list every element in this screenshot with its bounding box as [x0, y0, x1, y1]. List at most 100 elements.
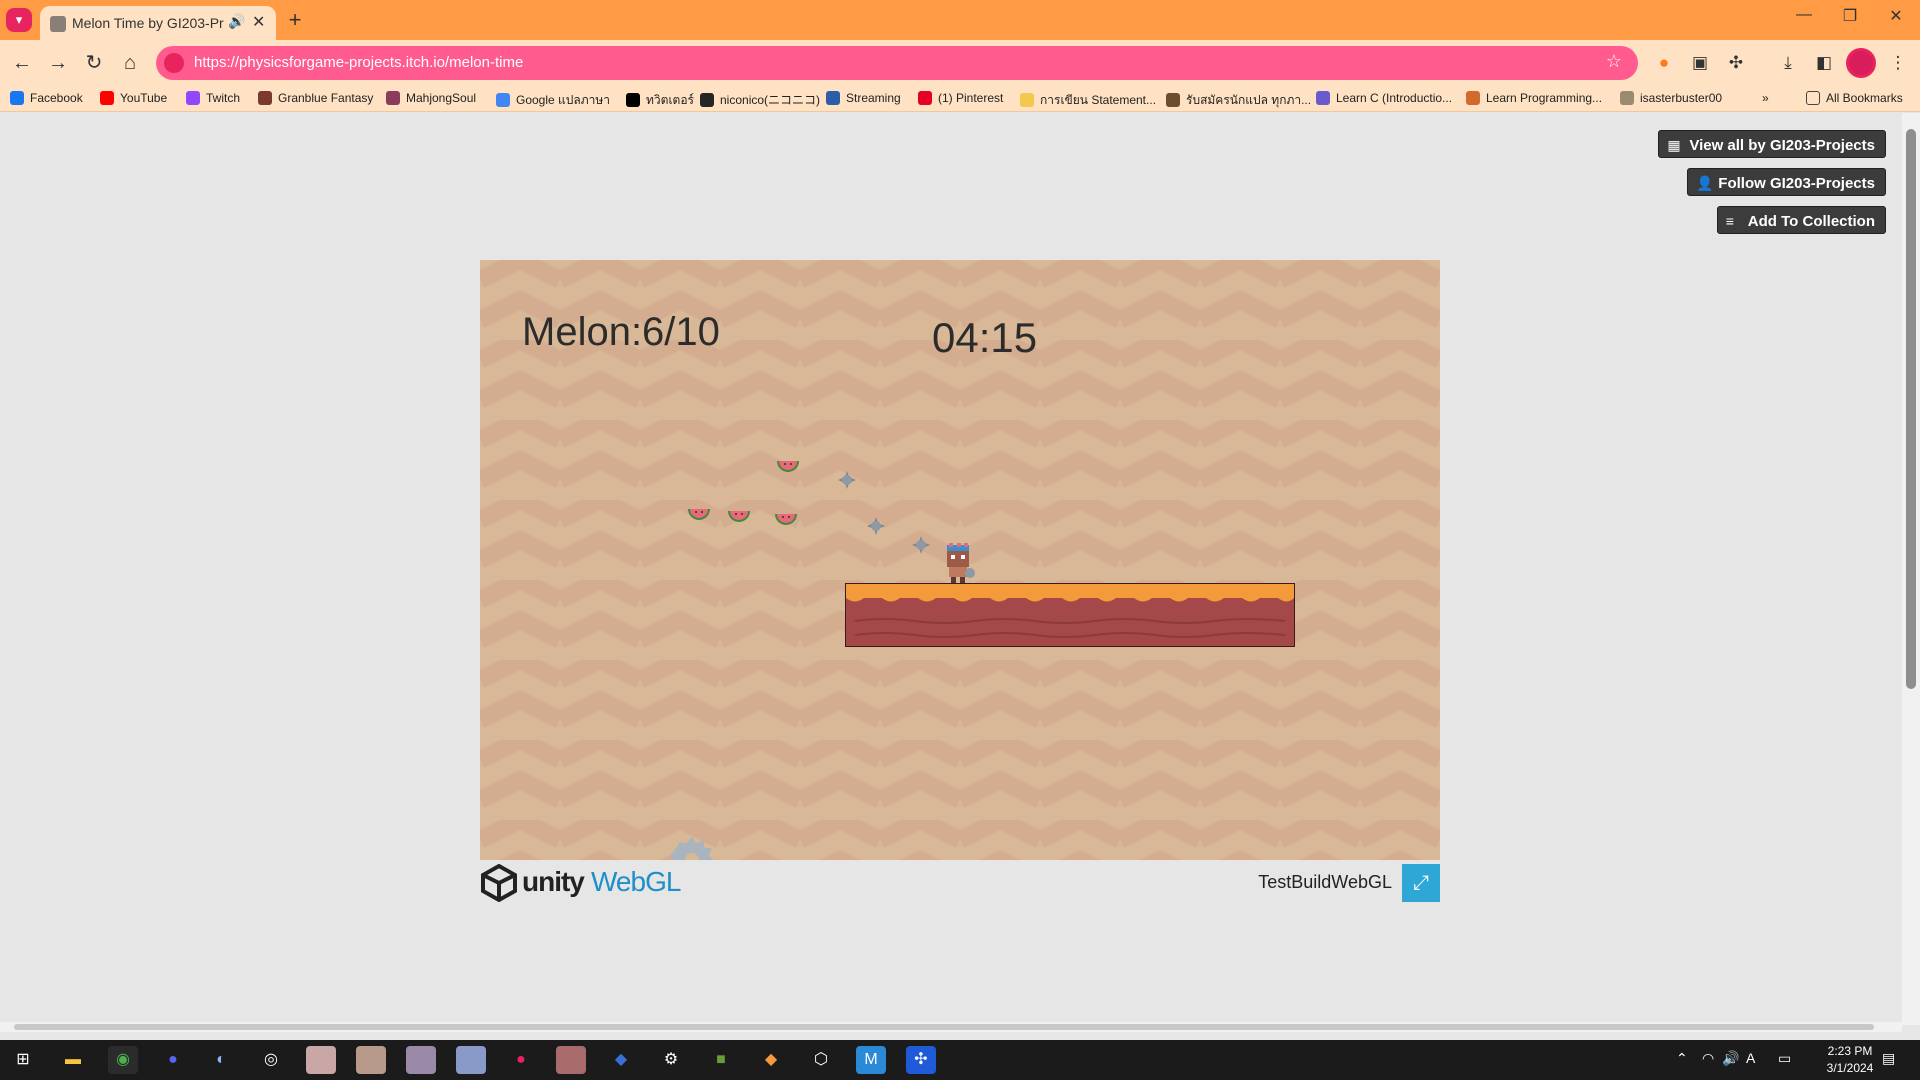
ubisoft-icon[interactable]: ◎	[256, 1046, 286, 1074]
bookmark-label: Granblue Fantasy	[278, 91, 374, 105]
bookmark-label: MahjongSoul	[406, 91, 477, 105]
bookmark-favicon-icon	[258, 91, 272, 105]
volume-icon[interactable]: 🔊	[1722, 1050, 1739, 1067]
bookmark-item[interactable]: Learn C (Introductio...	[1316, 91, 1452, 105]
bookmark-item[interactable]: รับสมัครนักแปล ทุกภา...	[1166, 91, 1311, 110]
close-icon[interactable]: ✕	[252, 12, 265, 32]
game-app-icon[interactable]	[556, 1046, 586, 1074]
bookmark-label: Twitch	[206, 91, 241, 105]
picture-in-picture-icon[interactable]: ▣	[1688, 51, 1712, 75]
app-icon[interactable]: ✣	[906, 1046, 936, 1074]
game-app-icon[interactable]: ◆	[606, 1046, 636, 1074]
browser-toolbar: ← → ↻ ⌂ https://physicsforgame-projects.…	[0, 40, 1920, 86]
bookmark-favicon-icon	[700, 93, 714, 107]
ground-platform	[845, 583, 1295, 647]
word-app-icon[interactable]: M	[856, 1046, 886, 1074]
bookmark-item[interactable]: Twitch	[186, 91, 240, 105]
bookmark-item[interactable]: Facebook	[10, 91, 83, 105]
timer: 04:15	[932, 314, 1038, 361]
new-tab-button[interactable]: +	[282, 8, 308, 34]
melon-counter: Melon:6/10	[522, 310, 720, 354]
fullscreen-icon[interactable]: ⤢	[1402, 864, 1440, 902]
horizontal-scrollbar[interactable]	[0, 1022, 1902, 1032]
bookmark-item[interactable]: (1) Pinterest	[918, 91, 1003, 105]
download-icon[interactable]: ⤓	[1776, 51, 1800, 75]
address-bar[interactable]: https://physicsforgame-projects.itch.io/…	[156, 46, 1638, 80]
home-icon[interactable]: ⌂	[116, 50, 144, 76]
game-canvas[interactable]: Melon:6/10 04:15	[480, 260, 1440, 860]
bookmark-label: ทวิตเตอร์	[646, 93, 694, 107]
clock[interactable]: 2:23 PM 3/1/2024	[1810, 1043, 1890, 1077]
game-app-icon[interactable]: ●	[506, 1046, 536, 1074]
close-window-icon[interactable]: ✕	[1876, 6, 1916, 26]
follow-button[interactable]: 👤 Follow GI203-Projects	[1687, 168, 1886, 196]
side-panel-icon[interactable]: ◧	[1812, 51, 1836, 75]
bookmark-favicon-icon	[626, 93, 640, 107]
notifications-icon[interactable]: ▤	[1882, 1050, 1895, 1067]
bookmark-label: niconico(ニコニコ)	[720, 93, 821, 107]
reload-icon[interactable]: ↻	[80, 50, 108, 76]
unity-hub-icon[interactable]: ⬡	[806, 1046, 836, 1074]
game-app-icon[interactable]	[456, 1046, 486, 1074]
bookmark-favicon-icon	[826, 91, 840, 105]
bookmark-label: Learn Programming...	[1486, 91, 1603, 105]
menu-kebab-icon[interactable]: ⋮	[1886, 51, 1910, 75]
file-explorer-icon[interactable]: ▬	[58, 1046, 88, 1074]
chrome-icon[interactable]: ◉	[108, 1046, 138, 1074]
bookmark-item[interactable]: MahjongSoul	[386, 91, 476, 105]
fl-studio-icon[interactable]: ◆	[756, 1046, 786, 1074]
bookmark-favicon-icon	[1466, 91, 1480, 105]
bookmark-label: isasterbuster00	[1640, 91, 1723, 105]
view-all-label: View all by GI203-Projects	[1689, 137, 1875, 154]
player-character	[947, 543, 975, 583]
battery-icon[interactable]: ▭	[1778, 1050, 1791, 1067]
site-info-icon[interactable]	[164, 53, 184, 73]
browser-tab[interactable]: Melon Time by GI203-Proje 🔊 ✕	[40, 6, 276, 40]
bookmark-item[interactable]: ทวิตเตอร์	[626, 91, 694, 110]
game-app-icon[interactable]	[356, 1046, 386, 1074]
forward-icon[interactable]: →	[44, 50, 72, 76]
back-icon[interactable]: ←	[8, 50, 36, 76]
game-app-icon[interactable]	[306, 1046, 336, 1074]
extensions-puzzle-icon[interactable]: ✣	[1724, 51, 1748, 75]
profile-avatar[interactable]	[1846, 48, 1876, 78]
tray-overflow-icon[interactable]: ⌃	[1676, 1050, 1688, 1067]
url-text[interactable]: https://physicsforgame-projects.itch.io/…	[194, 54, 523, 71]
start-icon[interactable]: ⊞	[8, 1046, 38, 1074]
minimize-icon[interactable]: —	[1784, 6, 1824, 24]
all-bookmarks-button[interactable]: All Bookmarks	[1806, 91, 1903, 105]
discord-icon[interactable]: ●	[158, 1046, 188, 1074]
bookmark-item[interactable]: Google แปลภาษา	[496, 91, 610, 110]
vertical-scrollbar[interactable]	[1902, 113, 1920, 1025]
minecraft-icon[interactable]: ■	[706, 1046, 736, 1074]
watermelon-slice	[728, 511, 750, 522]
ime-indicator[interactable]: A	[1746, 1050, 1755, 1066]
gamepad-icon: ▦	[1667, 137, 1681, 153]
bookmarks-bar: » All Bookmarks Facebook YouTube Twitch Gra…	[0, 86, 1920, 112]
horizontal-scroll-thumb[interactable]	[14, 1024, 1874, 1030]
tab-search-button[interactable]: ▾	[6, 8, 32, 32]
game-app-icon[interactable]	[406, 1046, 436, 1074]
bookmark-item[interactable]: Streaming	[826, 91, 901, 105]
extension-icon[interactable]: ●	[1652, 51, 1676, 75]
bookmark-item[interactable]: การเขียน Statement...	[1020, 91, 1156, 110]
view-all-button[interactable]: ▦ View all by GI203-Projects	[1658, 130, 1886, 158]
vertical-scroll-thumb[interactable]	[1906, 129, 1916, 689]
folder-icon	[1806, 91, 1820, 105]
restore-icon[interactable]: ❐	[1830, 6, 1870, 26]
bookmark-item[interactable]: Learn Programming...	[1466, 91, 1602, 105]
steam-icon[interactable]: ◐	[206, 1046, 236, 1074]
bookmark-star-icon[interactable]: ☆	[1606, 51, 1622, 72]
bookmarks-overflow-button[interactable]: »	[1762, 91, 1769, 105]
bookmark-label: Streaming	[846, 91, 901, 105]
bookmark-item[interactable]: Granblue Fantasy	[258, 91, 373, 105]
settings-icon[interactable]: ⚙	[656, 1046, 686, 1074]
bookmark-item[interactable]: YouTube	[100, 91, 167, 105]
add-to-collection-button[interactable]: ≡ Add To Collection	[1716, 206, 1886, 234]
bookmark-item[interactable]: niconico(ニコニコ)	[700, 91, 820, 108]
wifi-icon[interactable]: ◠	[1702, 1050, 1714, 1067]
speaker-icon[interactable]: 🔊	[228, 13, 245, 30]
bookmark-item[interactable]: isasterbuster00	[1620, 91, 1722, 105]
bookmark-label: Facebook	[30, 91, 83, 105]
tab-title: Melon Time by GI203-Proje	[72, 15, 224, 31]
